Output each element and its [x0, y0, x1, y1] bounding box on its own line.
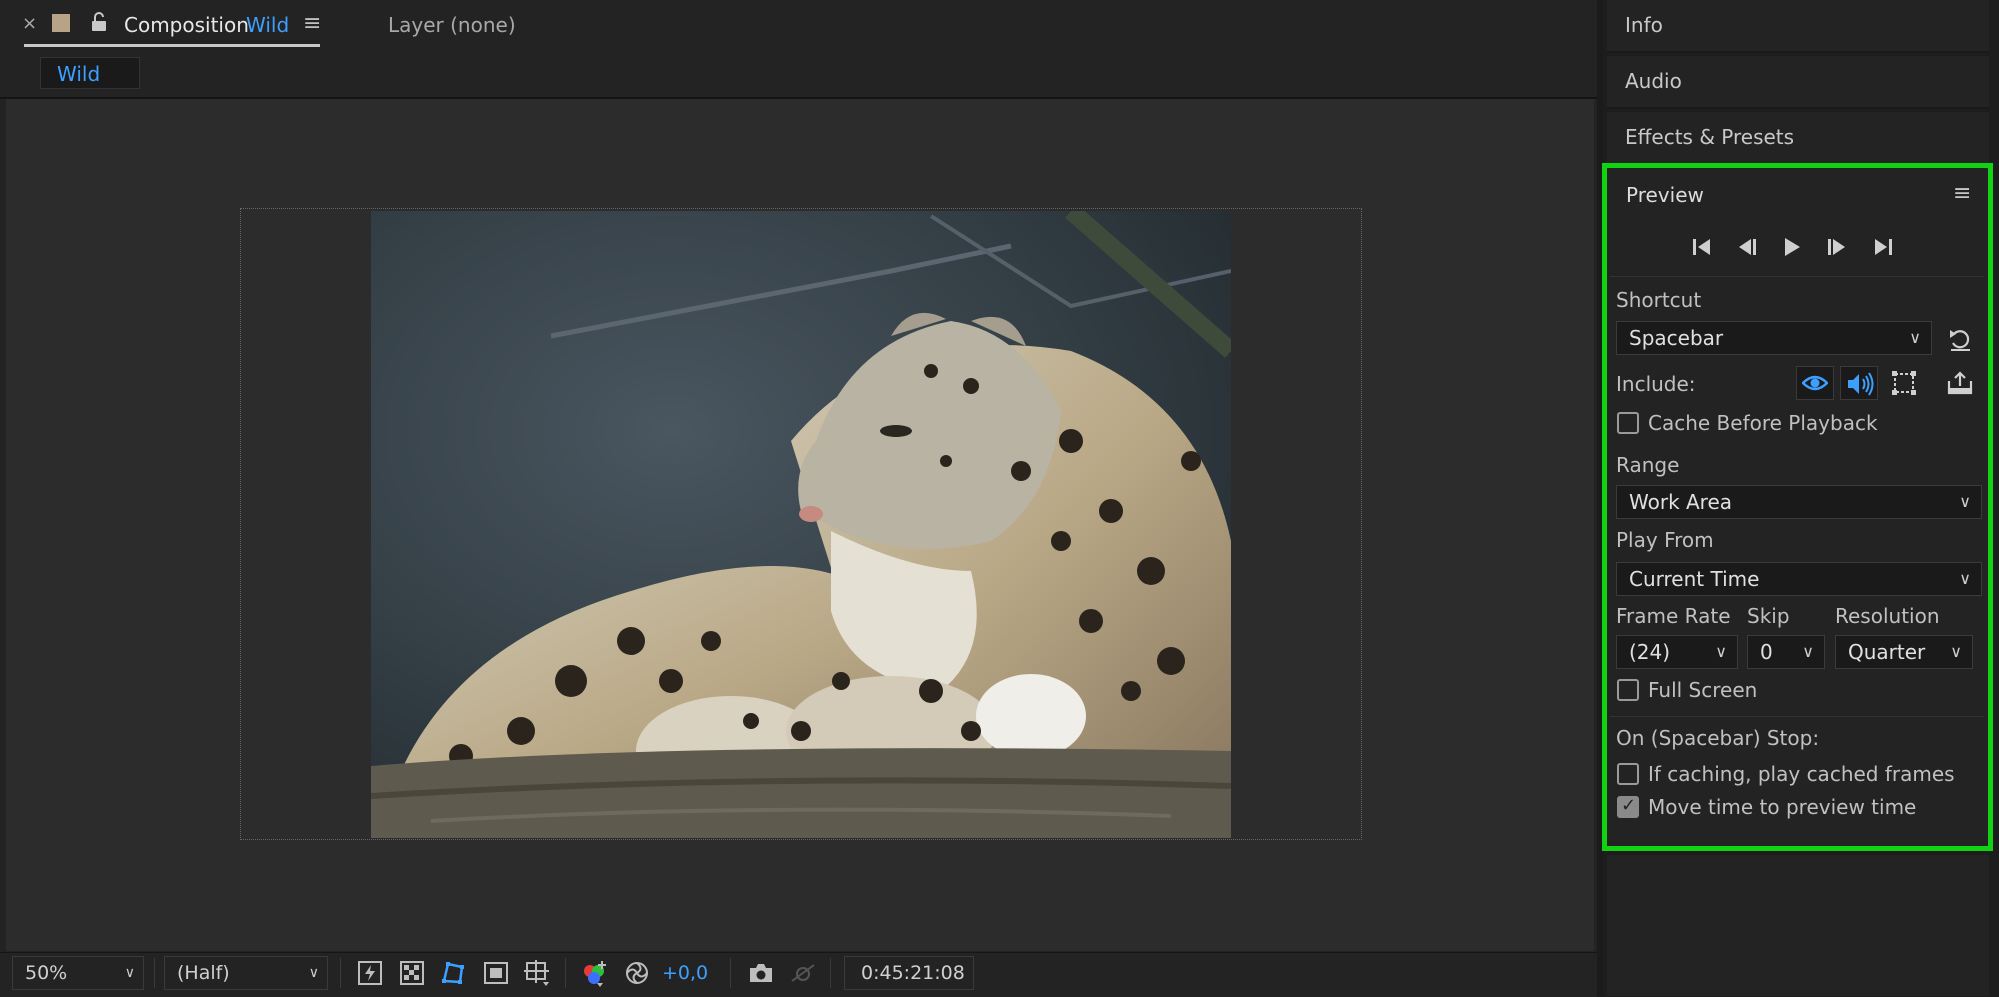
chevron-down-icon: ∨ [1715, 642, 1727, 661]
toolbar-separator [340, 958, 341, 988]
play-from-label: Play From [1616, 528, 1714, 552]
zoom-value: 50% [25, 962, 68, 984]
frame-rate-label: Frame Rate [1616, 604, 1731, 628]
region-of-interest-icon[interactable] [481, 958, 511, 988]
composition-tab-bar: × Composition Wild ≡ Layer (none) [0, 0, 1597, 53]
empty-panel-area [1607, 855, 1989, 996]
play-from-value: Current Time [1629, 567, 1760, 591]
resolution-dropdown-preview[interactable]: Quarter ∨ [1835, 635, 1973, 669]
range-value: Work Area [1629, 490, 1733, 514]
full-screen-checkbox[interactable] [1617, 679, 1639, 701]
composition-tab-name[interactable]: Wild [246, 13, 289, 37]
show-channel-icon[interactable] [580, 958, 610, 988]
preview-menu-icon[interactable]: ≡ [1953, 181, 1971, 206]
move-time-label: Move time to preview time [1648, 795, 1917, 819]
unlock-icon[interactable] [90, 12, 108, 36]
fast-previews-icon[interactable] [355, 958, 385, 988]
toolbar-separator [154, 958, 155, 988]
next-frame-icon[interactable] [1822, 232, 1852, 262]
audio-panel-title: Audio [1625, 69, 1682, 93]
eye-icon [1801, 373, 1829, 397]
frame-rate-value: (24) [1629, 640, 1671, 664]
shortcut-label: Shortcut [1616, 288, 1702, 312]
cache-before-playback-checkbox[interactable] [1617, 412, 1639, 434]
include-overlays-toggle-icon[interactable] [1890, 369, 1918, 397]
speaker-icon [1846, 371, 1874, 401]
snapshot-camera-icon[interactable] [746, 958, 776, 988]
resolution-value-preview: Quarter [1848, 640, 1926, 664]
divider [1610, 716, 1984, 717]
timecode-value: 0:45:21:08 [861, 962, 965, 984]
include-audio-toggle[interactable] [1840, 366, 1878, 400]
zoom-dropdown[interactable]: 50% ∨ [12, 956, 144, 990]
chevron-down-icon: ∨ [1802, 642, 1814, 661]
composition-menu-icon[interactable]: ≡ [303, 11, 321, 36]
composition-viewer[interactable] [6, 99, 1594, 951]
info-panel-header[interactable]: Info [1607, 0, 1989, 53]
resolution-dropdown[interactable]: (Half) ∨ [164, 956, 328, 990]
if-caching-label: If caching, play cached frames [1648, 762, 1955, 786]
active-tab-underline [24, 44, 320, 47]
on-stop-label: On (Spacebar) Stop: [1616, 726, 1820, 750]
audio-panel-header[interactable]: Audio [1607, 56, 1989, 109]
chevron-down-icon: ∨ [124, 965, 135, 981]
shortcut-dropdown[interactable]: Spacebar ∨ [1616, 321, 1932, 355]
full-screen-label: Full Screen [1648, 678, 1758, 702]
chevron-down-icon: ∨ [1950, 642, 1962, 661]
chevron-down-icon: ∨ [1909, 328, 1921, 347]
composition-tab-label[interactable]: Composition [124, 13, 249, 37]
shortcut-value: Spacebar [1629, 326, 1724, 350]
layer-tab[interactable]: Layer (none) [388, 13, 516, 37]
toolbar-separator [565, 958, 566, 988]
include-label: Include: [1616, 372, 1696, 396]
mask-path-visibility-icon[interactable] [438, 958, 468, 988]
reset-exposure-icon[interactable] [622, 958, 652, 988]
close-tab-icon[interactable]: × [22, 13, 37, 34]
skip-dropdown[interactable]: 0 ∨ [1747, 635, 1825, 669]
transparency-grid-icon[interactable] [397, 958, 427, 988]
resolution-value: (Half) [177, 962, 230, 984]
toolbar-separator [730, 958, 731, 988]
comp-subtab-label: Wild [57, 62, 101, 86]
exposure-value[interactable]: +0,0 [662, 962, 708, 984]
effects-presets-panel-header[interactable]: Effects & Presets [1607, 112, 1989, 165]
snow-leopard-image [371, 211, 1231, 838]
frame-rate-dropdown[interactable]: (24) ∨ [1616, 635, 1738, 669]
chevron-down-icon: ∨ [308, 965, 319, 981]
toolbar-separator [830, 958, 831, 988]
skip-value: 0 [1760, 640, 1773, 664]
play-icon[interactable] [1777, 232, 1807, 262]
composition-color-swatch-icon [52, 14, 70, 32]
last-frame-icon[interactable] [1868, 232, 1898, 262]
current-time-display[interactable]: 0:45:21:08 [844, 956, 974, 990]
play-from-dropdown[interactable]: Current Time ∨ [1616, 562, 1982, 596]
skip-label: Skip [1747, 604, 1790, 628]
effects-presets-panel-title: Effects & Presets [1625, 125, 1795, 149]
show-snapshot-icon[interactable] [788, 958, 818, 988]
if-caching-checkbox[interactable] [1617, 763, 1639, 785]
range-dropdown[interactable]: Work Area ∨ [1616, 485, 1982, 519]
previous-frame-icon[interactable] [1732, 232, 1762, 262]
resolution-label: Resolution [1835, 604, 1940, 628]
info-panel-title: Info [1625, 13, 1663, 37]
reset-shortcut-icon[interactable] [1946, 325, 1974, 353]
preview-panel-title: Preview [1626, 183, 1704, 207]
include-video-toggle[interactable] [1796, 366, 1834, 400]
cache-before-playback-label: Cache Before Playback [1648, 411, 1878, 435]
move-time-checkbox[interactable] [1617, 795, 1639, 818]
grid-guides-icon[interactable] [522, 958, 552, 988]
divider [1610, 276, 1984, 277]
comp-subtab-wild[interactable]: Wild [40, 57, 140, 89]
export-icon[interactable] [1946, 369, 1974, 397]
chevron-down-icon: ∨ [1959, 492, 1971, 511]
first-frame-icon[interactable] [1687, 232, 1717, 262]
range-label: Range [1616, 453, 1680, 477]
chevron-down-icon: ∨ [1959, 569, 1971, 588]
